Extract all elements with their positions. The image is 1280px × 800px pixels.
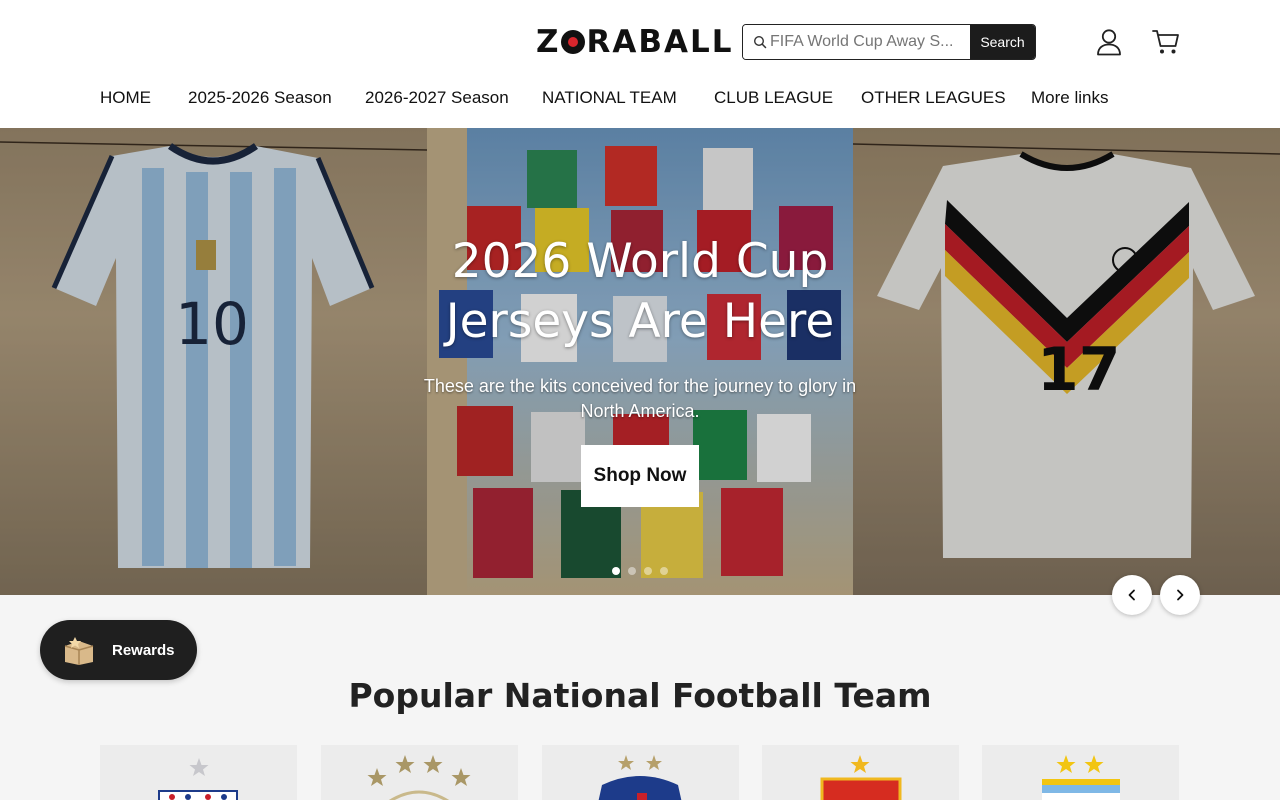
slideshow-dots xyxy=(612,567,668,575)
gift-box-icon xyxy=(64,637,94,665)
slide-dot-3[interactable] xyxy=(644,567,652,575)
chevron-right-icon xyxy=(1177,589,1184,601)
cart-icon[interactable] xyxy=(1152,29,1180,55)
slide-dot-1[interactable] xyxy=(612,567,620,575)
team-card-spain[interactable] xyxy=(762,745,959,800)
site-header: ZRABALL Search HOME 2025-2026 Season 202… xyxy=(0,0,1280,128)
search-button[interactable]: Search xyxy=(970,25,1035,59)
slide-dot-4[interactable] xyxy=(660,567,668,575)
nav-item-2025-2026-season[interactable]: 2025-2026 Season xyxy=(188,88,332,108)
logo-text: Z RABALL xyxy=(536,24,734,60)
chevron-left-icon xyxy=(1128,589,1135,601)
rewards-label: Rewards xyxy=(112,641,175,659)
rewards-launcher[interactable]: Rewards xyxy=(40,620,197,680)
slideshow-prev-button[interactable] xyxy=(1112,575,1152,615)
slide-dot-2[interactable] xyxy=(628,567,636,575)
hero-content: 2026 World Cup Jerseys Are Here These ar… xyxy=(400,232,880,507)
nav-item-home[interactable]: HOME xyxy=(100,88,151,108)
slideshow-next-button[interactable] xyxy=(1160,575,1200,615)
zoraball-logo[interactable]: Z RABALL xyxy=(536,22,733,62)
section-title: Popular National Football Team xyxy=(348,676,932,715)
hero-title: 2026 World Cup Jerseys Are Here xyxy=(400,232,880,352)
search-form: Search xyxy=(742,24,1036,60)
search-input[interactable] xyxy=(770,33,970,51)
team-card-england[interactable] xyxy=(100,745,297,800)
nav-item-national-team[interactable]: NATIONAL TEAM xyxy=(542,88,677,108)
nav-item-club-league[interactable]: CLUB LEAGUE xyxy=(714,88,833,108)
user-icon[interactable] xyxy=(1096,28,1122,56)
nav-item-2026-2027-season[interactable]: 2026-2027 Season xyxy=(365,88,509,108)
nav-item-more-links[interactable]: More links xyxy=(1031,88,1108,108)
main-nav: HOME 2025-2026 Season 2026-2027 Season N… xyxy=(0,88,1280,112)
search-icon xyxy=(753,35,767,49)
team-card-germany[interactable] xyxy=(321,745,518,800)
nav-item-other-leagues[interactable]: OTHER LEAGUES xyxy=(861,88,1006,108)
team-card-argentina[interactable] xyxy=(982,745,1179,800)
hero-subtitle: These are the kits conceived for the jou… xyxy=(423,376,857,421)
team-card-france[interactable] xyxy=(542,745,739,800)
hero-title-line-1: 2026 World Cup xyxy=(451,234,829,289)
hero-banner[interactable]: 10 17 2026 World Cup Jerseys Are Here Th… xyxy=(0,128,1280,595)
shop-now-button[interactable]: Shop Now xyxy=(581,445,699,507)
search-field-wrap xyxy=(743,25,970,59)
hero-title-line-2: Jerseys Are Here xyxy=(445,294,835,349)
